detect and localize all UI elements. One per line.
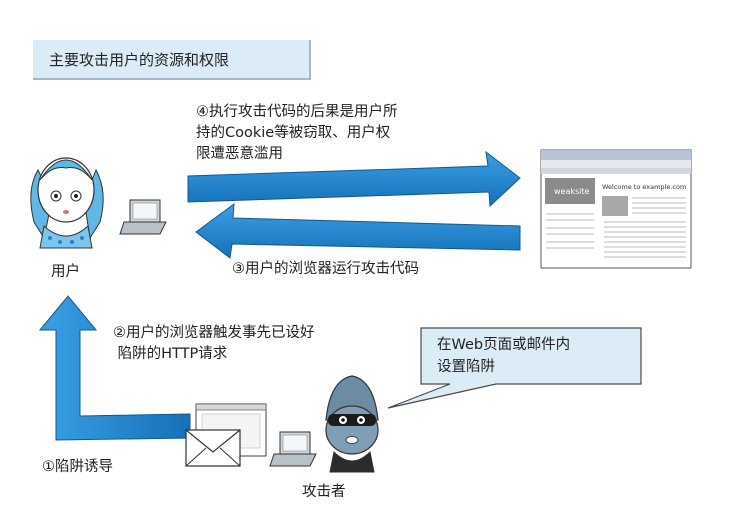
attacker-laptop <box>269 431 317 467</box>
arrow-step1-2 <box>38 295 191 441</box>
bubble-text: 在Web页面或邮件内 设置陷阱 <box>437 337 571 375</box>
user-label: 用户 <box>51 264 80 280</box>
arrow-step3 <box>195 202 521 259</box>
diagram-graphics: weaksite Welcome to example.com <box>30 149 692 473</box>
user-laptop <box>119 199 167 235</box>
browser-welcome: Welcome to example.com <box>602 183 686 191</box>
user-figure <box>30 157 104 249</box>
attacker-label: 攻击者 <box>302 484 346 500</box>
attacker-figure <box>325 375 379 473</box>
step2-text: ②用户的浏览器触发事先已设好 陷阱的HTTP请求 <box>113 325 315 362</box>
step3-text: ③用户的浏览器运行攻击代码 <box>232 261 419 277</box>
trap-mail-envelope <box>185 429 241 467</box>
browser-site-name: weaksite <box>554 187 590 196</box>
browser-window: weaksite Welcome to example.com <box>540 149 692 269</box>
step4-text: ④执行攻击代码的后果是用户所 持的Cookie等被窃取、用户权 限遭恶意滥用 <box>196 104 398 162</box>
step1-text: ①陷阱诱导 <box>42 459 113 475</box>
